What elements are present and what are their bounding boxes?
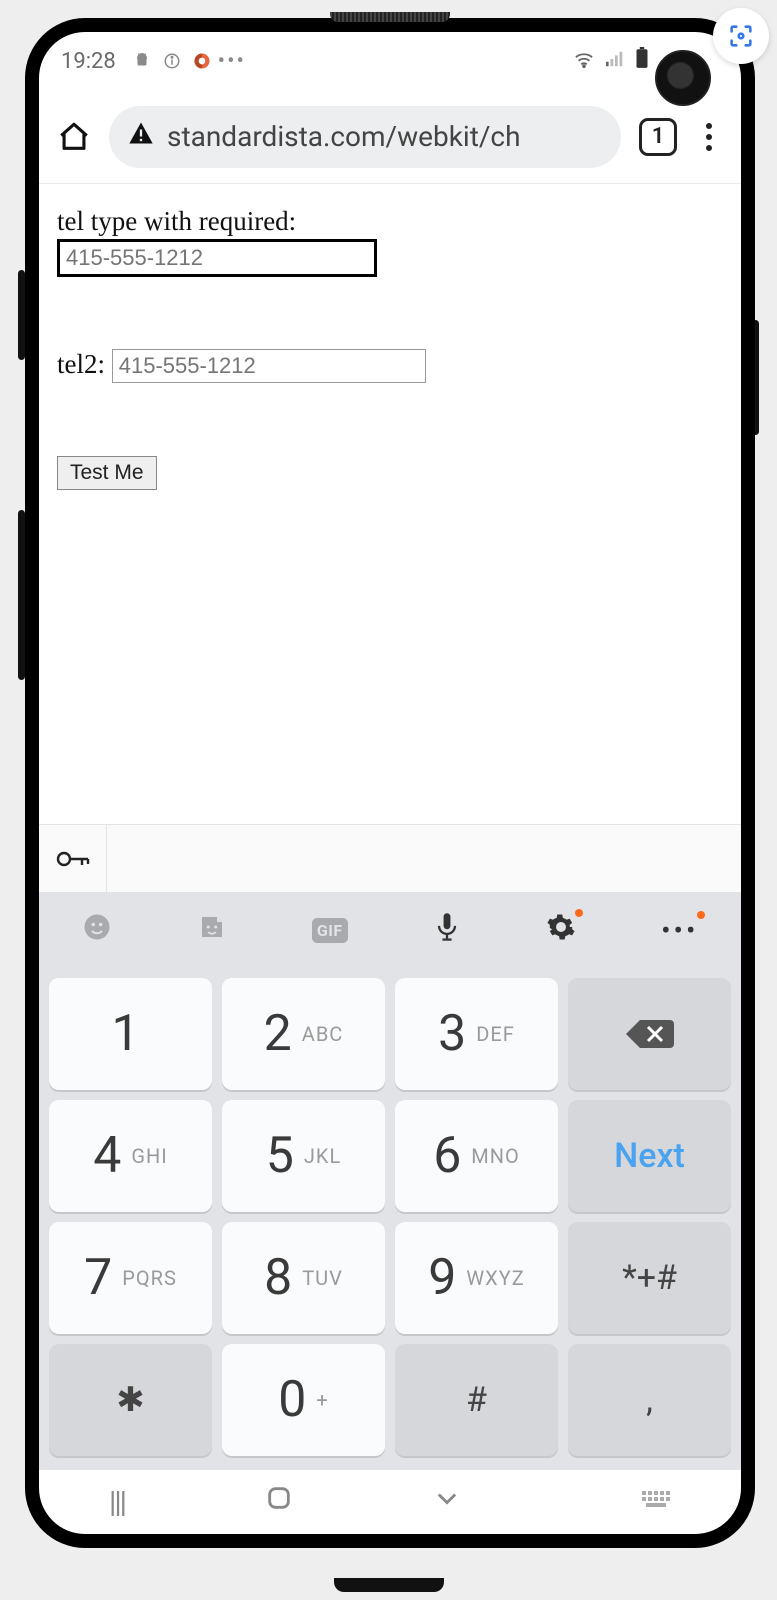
key-symbols[interactable]: *+#	[568, 1222, 731, 1334]
battery-icon	[635, 47, 649, 75]
key-comma[interactable]: ,	[568, 1344, 731, 1456]
tel2-label: tel2:	[57, 349, 105, 379]
key-8[interactable]: 8TUV	[222, 1222, 385, 1334]
numeric-keyboard: 1 2ABC 3DEF 4GHI 5JKL 6MNO Next 7PQRS 8T…	[39, 968, 741, 1470]
sticker-icon[interactable]	[197, 912, 227, 949]
home-icon[interactable]	[57, 120, 91, 154]
bixby-button	[18, 270, 25, 360]
tab-count: 1	[652, 124, 665, 149]
key-star[interactable]: ✱	[49, 1344, 212, 1456]
earpiece-speaker	[330, 12, 450, 22]
gif-icon[interactable]: GIF	[312, 918, 348, 943]
keyboard-toggle-icon[interactable]	[641, 1485, 671, 1520]
tel1-input[interactable]	[57, 239, 377, 277]
key-7[interactable]: 7PQRS	[49, 1222, 212, 1334]
info-icon	[162, 51, 182, 71]
volume-buttons	[18, 510, 25, 680]
key-2[interactable]: 2ABC	[222, 978, 385, 1090]
wifi-icon	[573, 49, 595, 74]
back-icon[interactable]	[433, 1484, 461, 1520]
status-bar: 19:28 •••	[39, 32, 741, 90]
key-5[interactable]: 5JKL	[222, 1100, 385, 1212]
recents-icon[interactable]: |||	[109, 1485, 125, 1520]
android-icon	[132, 51, 152, 71]
web-content: tel type with required: tel2: Test Me	[39, 184, 741, 824]
password-key-icon[interactable]	[39, 825, 107, 892]
autofill-strip	[39, 824, 741, 892]
home-nav-icon[interactable]	[265, 1484, 293, 1520]
clock: 19:28	[61, 49, 116, 74]
mic-icon[interactable]	[433, 911, 461, 950]
browser-toolbar: standardista.com/webkit/ch 1	[39, 90, 741, 184]
tel2-input[interactable]	[112, 349, 426, 383]
key-hash[interactable]: #	[395, 1344, 558, 1456]
usb-port	[334, 1578, 444, 1592]
swirl-icon	[192, 51, 212, 71]
keyboard-toolbar: GIF •••	[39, 892, 741, 968]
key-1[interactable]: 1	[49, 978, 212, 1090]
tab-switcher[interactable]: 1	[639, 118, 677, 156]
front-camera	[655, 50, 711, 106]
tel1-label: tel type with required:	[57, 206, 723, 237]
crop-tool-badge[interactable]	[713, 8, 769, 64]
overflow-menu-icon[interactable]	[695, 123, 723, 151]
warning-icon	[127, 119, 155, 154]
url-text: standardista.com/webkit/ch	[167, 120, 521, 153]
keyboard-more-icon[interactable]: •••	[661, 914, 698, 947]
system-nav-bar: |||	[39, 1470, 741, 1534]
signal-icon	[605, 49, 625, 74]
key-0[interactable]: 0+	[222, 1344, 385, 1456]
more-notifications-icon: •••	[222, 51, 242, 71]
settings-icon[interactable]	[546, 912, 576, 949]
address-bar[interactable]: standardista.com/webkit/ch	[109, 106, 621, 168]
key-4[interactable]: 4GHI	[49, 1100, 212, 1212]
screen: 19:28 •••	[39, 32, 741, 1534]
key-6[interactable]: 6MNO	[395, 1100, 558, 1212]
key-next[interactable]: Next	[568, 1100, 731, 1212]
phone-frame: 19:28 •••	[25, 18, 755, 1548]
emoji-icon[interactable]	[82, 912, 112, 949]
key-3[interactable]: 3DEF	[395, 978, 558, 1090]
key-backspace[interactable]	[568, 978, 731, 1090]
test-me-button[interactable]: Test Me	[57, 456, 157, 490]
key-9[interactable]: 9WXYZ	[395, 1222, 558, 1334]
